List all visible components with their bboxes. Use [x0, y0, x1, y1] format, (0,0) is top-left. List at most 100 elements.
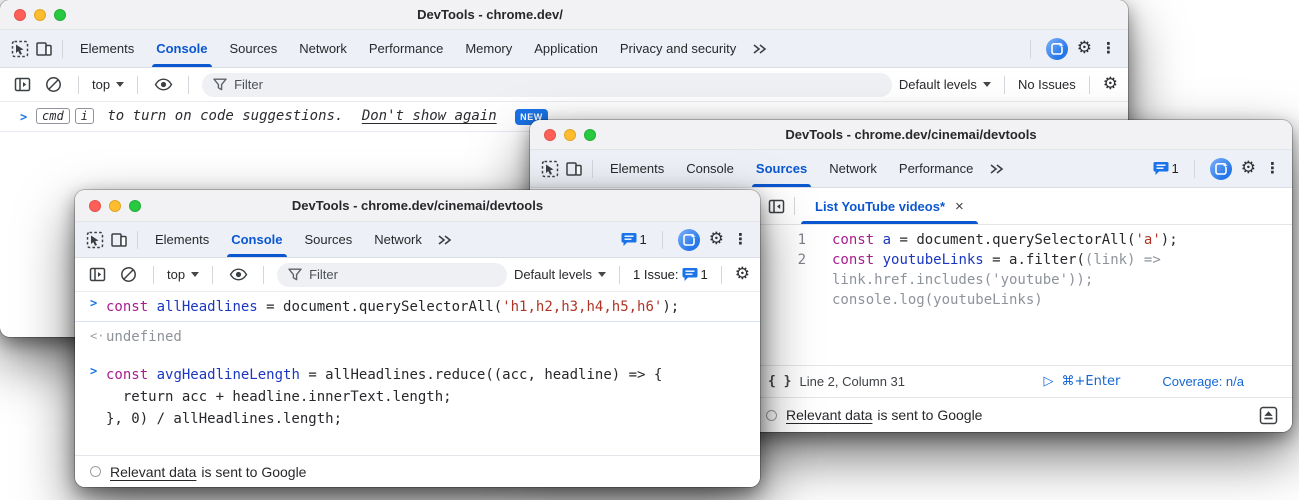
- issues-bubble-icon: [682, 267, 698, 282]
- divider: [212, 266, 213, 284]
- tab-sources[interactable]: Sources: [294, 222, 364, 257]
- eye-icon[interactable]: [226, 258, 250, 291]
- relevant-data-link[interactable]: Relevant data: [110, 464, 196, 480]
- titlebar[interactable]: DevTools - chrome.dev/: [0, 0, 1128, 30]
- clear-console-icon[interactable]: [41, 68, 65, 101]
- settings-gear-icon[interactable]: ⚙: [1241, 160, 1256, 177]
- tab-network[interactable]: Network: [363, 222, 433, 257]
- tab-elements[interactable]: Elements: [144, 222, 220, 257]
- divider: [137, 231, 138, 249]
- coverage-link[interactable]: Coverage: n/a: [1162, 374, 1244, 389]
- more-options-icon[interactable]: ⋮: [1265, 161, 1280, 176]
- relevant-data-link[interactable]: Relevant data: [786, 407, 872, 423]
- tab-label: Memory: [465, 41, 512, 56]
- more-options-icon[interactable]: ⋮: [1101, 41, 1116, 56]
- dont-show-again-link[interactable]: Don't show again: [362, 108, 497, 124]
- tab-performance[interactable]: Performance: [888, 150, 984, 187]
- console-settings-gear-icon[interactable]: ⚙: [735, 266, 750, 283]
- issues-status[interactable]: No Issues: [1018, 77, 1076, 92]
- tab-console[interactable]: Console: [145, 30, 218, 67]
- tab-privacy-and-security[interactable]: Privacy and security: [609, 30, 747, 67]
- tab-elements[interactable]: Elements: [69, 30, 145, 67]
- issues-counter[interactable]: 1 Issue: 1: [633, 267, 708, 282]
- tab-console[interactable]: Console: [675, 150, 745, 187]
- file-tab-list-youtube-videos[interactable]: List YouTube videos* ×: [801, 188, 978, 224]
- tab-performance[interactable]: Performance: [358, 30, 454, 67]
- tab-application[interactable]: Application: [523, 30, 609, 67]
- chevron-down-icon: [116, 82, 124, 87]
- run-snippet-icon[interactable]: ▷: [1044, 374, 1054, 389]
- close-file-tab-icon[interactable]: ×: [955, 198, 964, 215]
- divider: [721, 266, 722, 284]
- code-editor[interactable]: 1const a = document.querySelectorAll('a'…: [760, 225, 1292, 365]
- file-tabbar: List YouTube videos* ×: [760, 188, 1292, 225]
- file-tab-label: List YouTube videos*: [815, 199, 945, 214]
- more-tabs-icon[interactable]: [984, 150, 1008, 187]
- open-drawer-icon[interactable]: [1259, 406, 1278, 425]
- divider: [1089, 76, 1090, 94]
- device-toolbar-icon[interactable]: [107, 222, 131, 257]
- console-settings-gear-icon[interactable]: ⚙: [1103, 76, 1118, 93]
- console-input-entry[interactable]: > const avgHeadlineLength = allHeadlines…: [75, 360, 760, 433]
- eye-icon[interactable]: [151, 68, 175, 101]
- settings-gear-icon[interactable]: ⚙: [709, 231, 724, 248]
- log-levels-selector[interactable]: Default levels: [514, 267, 606, 282]
- context-selector[interactable]: top: [167, 267, 199, 282]
- inspect-element-icon[interactable]: [83, 222, 107, 257]
- info-circle-icon: [766, 410, 777, 421]
- titlebar[interactable]: DevTools - chrome.dev/cinemai/devtools: [530, 120, 1292, 150]
- tab-sources[interactable]: Sources: [219, 30, 289, 67]
- toggle-navigator-icon[interactable]: [764, 188, 788, 224]
- run-shortcut[interactable]: ⌘+Enter: [1062, 374, 1121, 389]
- tab-network[interactable]: Network: [288, 30, 358, 67]
- device-toolbar-icon[interactable]: [32, 30, 56, 67]
- tab-network[interactable]: Network: [818, 150, 888, 187]
- gemini-ai-icon[interactable]: [678, 229, 700, 251]
- console-sidebar-icon[interactable]: [10, 68, 34, 101]
- console-toolbar: top Filter Default levels No Issues ⚙: [0, 68, 1128, 102]
- tab-label: Network: [829, 161, 877, 176]
- device-toolbar-icon[interactable]: [562, 150, 586, 187]
- console-result-entry: <· undefined: [75, 322, 760, 351]
- context-label: top: [92, 77, 110, 92]
- tab-elements[interactable]: Elements: [599, 150, 675, 187]
- issues-bubble-icon: [621, 232, 637, 247]
- levels-label: Default levels: [514, 267, 592, 282]
- titlebar[interactable]: DevTools - chrome.dev/cinemai/devtools: [75, 190, 760, 222]
- tab-console[interactable]: Console: [220, 222, 293, 257]
- privacy-notice-text: is sent to Google: [877, 407, 982, 423]
- filter-input[interactable]: Filter: [277, 263, 507, 287]
- filter-funnel-icon: [213, 78, 227, 91]
- issues-counter[interactable]: 1: [621, 232, 647, 247]
- filter-input[interactable]: Filter: [202, 73, 892, 97]
- context-label: top: [167, 267, 185, 282]
- console-input-entry[interactable]: > const allHeadlines = document.querySel…: [75, 292, 760, 322]
- gemini-ai-icon[interactable]: [1210, 158, 1232, 180]
- clear-console-icon[interactable]: [116, 258, 140, 291]
- tab-memory[interactable]: Memory: [454, 30, 523, 67]
- console-sidebar-icon[interactable]: [85, 258, 109, 291]
- divider: [188, 76, 189, 94]
- issue-label: 1 Issue:: [633, 267, 679, 282]
- tab-label: Console: [231, 232, 282, 247]
- inspect-element-icon[interactable]: [8, 30, 32, 67]
- issues-counter[interactable]: 1: [1153, 161, 1179, 176]
- more-tabs-icon[interactable]: [747, 30, 771, 67]
- i-key: i: [75, 108, 94, 124]
- context-selector[interactable]: top: [92, 77, 124, 92]
- tab-label: Elements: [155, 232, 209, 247]
- more-tabs-icon[interactable]: [433, 222, 457, 257]
- pretty-print-icon[interactable]: { }: [768, 374, 791, 389]
- prompt-chevron-icon: >: [90, 364, 106, 430]
- gemini-ai-icon[interactable]: [1046, 38, 1068, 60]
- chevron-down-icon: [983, 82, 991, 87]
- tab-sources[interactable]: Sources: [745, 150, 818, 187]
- result-value: undefined: [106, 326, 182, 348]
- levels-label: Default levels: [899, 77, 977, 92]
- tab-label: Performance: [369, 41, 443, 56]
- log-levels-selector[interactable]: Default levels: [899, 77, 991, 92]
- divider: [78, 76, 79, 94]
- more-options-icon[interactable]: ⋮: [733, 232, 748, 247]
- settings-gear-icon[interactable]: ⚙: [1077, 40, 1092, 57]
- inspect-element-icon[interactable]: [538, 150, 562, 187]
